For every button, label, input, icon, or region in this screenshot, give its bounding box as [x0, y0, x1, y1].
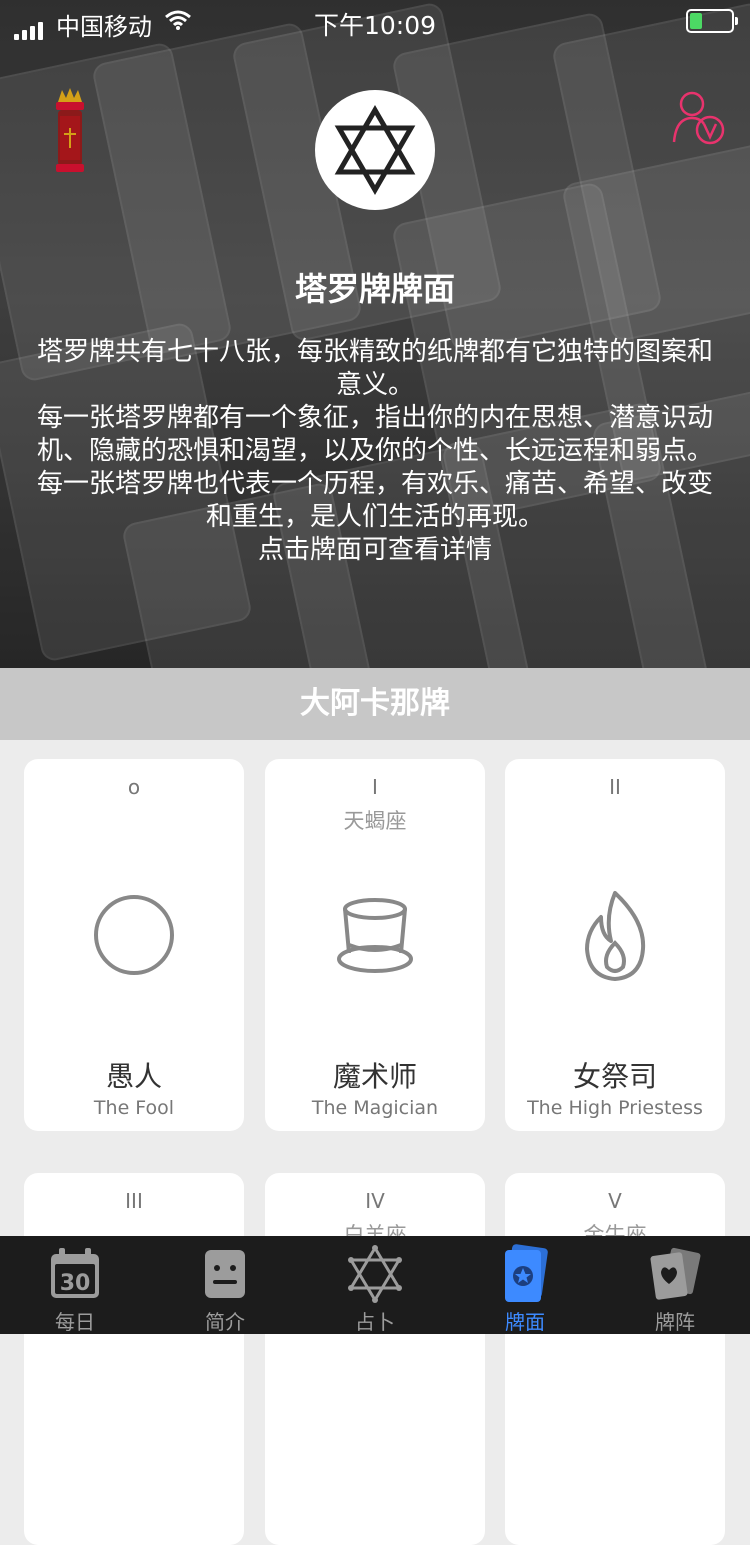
card-name-cn: 魔术师 [332, 1060, 417, 1093]
scroll-icon[interactable] [50, 88, 90, 174]
robot-icon [205, 1250, 245, 1298]
hexagram-icon [348, 1245, 402, 1303]
calendar-icon: 30 [51, 1248, 99, 1298]
hero-desc-hint: 点击牌面可查看详情 [257, 535, 492, 565]
tab-label: 牌面 [505, 1310, 545, 1334]
card-name-cn: 愚人 [105, 1060, 162, 1093]
top-hat-icon [337, 898, 413, 973]
tab-label: 占卜 [355, 1310, 395, 1334]
tab-card-spread[interactable]: 牌阵 [600, 1236, 750, 1334]
tab-card-faces[interactable]: 牌面 [450, 1236, 600, 1334]
card-name-cn: 女祭司 [572, 1060, 657, 1093]
card-name-en: The High Priestess [527, 1097, 703, 1119]
card-number: V [608, 1189, 622, 1213]
card-number: o [127, 775, 141, 799]
hero-description: 塔罗牌共有七十八张，每张精致的纸牌都有它独特的图案和意义。 每一张塔罗牌都有一个… [28, 336, 722, 567]
tab-bar: 30 每日 简介 占卜 牌面 牌阵 [0, 1236, 750, 1334]
tab-label: 每日 [55, 1310, 95, 1334]
vip-user-icon[interactable] [670, 88, 726, 148]
calendar-day: 30 [60, 1271, 91, 1296]
tarot-hero-header: 中国移动 下午10:09 塔罗牌牌面 塔罗牌共有七十八张，每张精致的纸牌都有它独… [0, 0, 750, 668]
card-the-hierophant[interactable]: V 金牛座 [505, 1173, 725, 1545]
card-number: IV [365, 1189, 385, 1213]
tab-daily[interactable]: 30 每日 [0, 1236, 150, 1334]
hexagram-icon [334, 105, 416, 195]
card-the-empress[interactable]: III [24, 1173, 244, 1545]
status-bar: 中国移动 下午10:09 [0, 0, 750, 41]
flame-icon [585, 891, 646, 981]
section-title-major-arcana: 大阿卡那牌 [0, 668, 750, 740]
tab-intro[interactable]: 简介 [150, 1236, 300, 1334]
card-number: II [609, 775, 621, 799]
battery-icon [686, 9, 738, 33]
tab-divination[interactable]: 占卜 [300, 1236, 450, 1334]
card-deck-icon [505, 1244, 548, 1302]
hero-desc-line-2: 每一张塔罗牌都有一个象征，指出你的内在思想、潜意识动机、隐藏的恐惧和渴望，以及你… [36, 403, 713, 532]
card-number: I [372, 775, 378, 799]
tab-label: 简介 [205, 1310, 245, 1334]
tab-label: 牌阵 [655, 1310, 695, 1334]
card-number: III [125, 1189, 143, 1213]
card-the-magician[interactable]: I 天蝎座 魔术师 The Magician [265, 759, 485, 1131]
circle-icon [94, 895, 174, 975]
hexagram-logo [315, 90, 435, 210]
card-the-high-priestess[interactable]: II 女祭司 The High Priestess [505, 759, 725, 1131]
card-the-fool[interactable]: o 愚人 The Fool [24, 759, 244, 1131]
card-spread-icon [650, 1247, 701, 1300]
card-name-en: The Magician [311, 1097, 439, 1119]
card-the-emperor[interactable]: IV 白羊座 [265, 1173, 485, 1545]
hero-desc-line-1: 塔罗牌共有七十八张，每张精致的纸牌都有它独特的图案和意义。 [36, 337, 713, 400]
hero-title: 塔罗牌牌面 [294, 270, 455, 308]
card-name-en: The Fool [93, 1097, 175, 1119]
card-zodiac: 天蝎座 [343, 809, 407, 833]
status-time: 下午10:09 [313, 11, 437, 40]
